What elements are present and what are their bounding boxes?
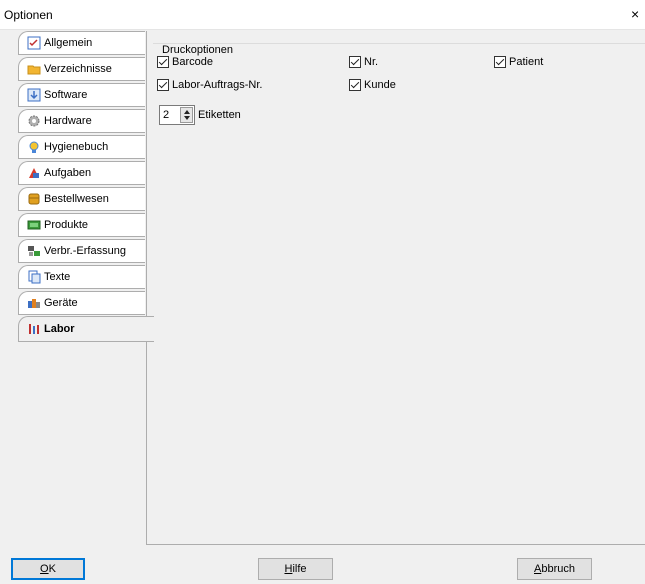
title-bar: Optionen × xyxy=(0,0,645,30)
labor-auftrags-nr-checkbox[interactable]: Labor-Auftrags-Nr. xyxy=(157,79,262,91)
lab-icon xyxy=(27,322,41,336)
checkbox-label: Barcode xyxy=(172,56,213,68)
kunde-checkbox[interactable]: Kunde xyxy=(349,79,396,91)
labels-count-input[interactable]: 2 xyxy=(159,105,195,125)
help-mnemonic: H xyxy=(284,563,293,575)
tab-hardware[interactable]: Hardware xyxy=(18,109,145,133)
barcode-checkbox[interactable]: Barcode xyxy=(157,56,213,68)
labels-count-label: Etiketten xyxy=(198,109,241,121)
tab-hygienebuch[interactable]: Hygienebuch xyxy=(18,135,145,159)
tab-label: Geräte xyxy=(44,297,78,309)
spin-up-icon[interactable] xyxy=(184,110,190,114)
nr-checkbox[interactable]: Nr. xyxy=(349,56,378,68)
tab-verbr-erfassung[interactable]: Verbr.-Erfassung xyxy=(18,239,145,263)
tab-produkte[interactable]: Produkte xyxy=(18,213,145,237)
tab-label: Bestellwesen xyxy=(44,193,109,205)
tab-allgemein[interactable]: Allgemein xyxy=(18,31,145,55)
tab-geraete[interactable]: Geräte xyxy=(18,291,145,315)
ok-button[interactable]: OK xyxy=(11,558,85,580)
tab-label: Produkte xyxy=(44,219,89,231)
tab-aufgaben[interactable]: Aufgaben xyxy=(18,161,145,185)
labels-count-value: 2 xyxy=(163,109,170,121)
document-icon xyxy=(27,270,41,284)
window-title: Optionen xyxy=(4,8,53,22)
checkbox-box[interactable] xyxy=(349,56,361,68)
group-title: Druckoptionen xyxy=(159,44,236,56)
tab-label: Verbr.-Erfassung xyxy=(44,245,126,257)
tab-verzeichnisse[interactable]: Verzeichnisse xyxy=(18,57,145,81)
tab-software[interactable]: Software xyxy=(18,83,145,107)
folder-icon xyxy=(27,62,41,76)
checkbox-box[interactable] xyxy=(349,79,361,91)
tab-label: Allgemein xyxy=(44,37,93,49)
tasks-icon xyxy=(27,166,41,180)
checkbox-box[interactable] xyxy=(157,56,169,68)
help-button[interactable]: Hilfe xyxy=(258,558,333,580)
close-icon[interactable]: × xyxy=(631,6,645,22)
cancel-label-rest: bbruch xyxy=(541,563,575,575)
spin-arrows-icon[interactable] xyxy=(180,107,193,123)
bulb-icon xyxy=(27,140,41,154)
tab-bestellwesen[interactable]: Bestellwesen xyxy=(18,187,145,211)
package-icon xyxy=(27,192,41,206)
labels-count-spinner[interactable]: 2 Etiketten xyxy=(159,105,241,125)
ok-label-rest: K xyxy=(48,563,56,575)
checkbox-label: Patient xyxy=(509,56,544,68)
checkbox-box[interactable] xyxy=(494,56,506,68)
options-panel: Druckoptionen Barcode Nr. Patient Labor-… xyxy=(146,31,645,545)
options-tab-list: Allgemein Verzeichnisse Software Hardwar… xyxy=(8,31,154,541)
tab-label: Verzeichnisse xyxy=(44,63,112,75)
gear-icon xyxy=(27,114,41,128)
help-label-rest: ilfe xyxy=(292,563,307,575)
spin-down-icon[interactable] xyxy=(184,116,190,120)
products-icon xyxy=(27,218,41,232)
ok-mnemonic: O xyxy=(40,563,49,575)
tab-texte[interactable]: Texte xyxy=(18,265,145,289)
tab-label: Labor xyxy=(44,323,75,335)
tab-label: Software xyxy=(44,89,88,101)
cancel-mnemonic: A xyxy=(534,563,542,575)
tab-labor[interactable]: Labor xyxy=(18,316,154,342)
devices-icon xyxy=(27,296,41,310)
checklist-icon xyxy=(27,36,41,50)
checkbox-label: Labor-Auftrags-Nr. xyxy=(172,79,263,91)
scanner-icon xyxy=(27,244,41,258)
tab-label: Aufgaben xyxy=(44,167,92,179)
checkbox-label: Nr. xyxy=(364,56,379,68)
install-icon xyxy=(27,88,41,102)
checkbox-label: Kunde xyxy=(364,79,396,91)
patient-checkbox[interactable]: Patient xyxy=(494,56,543,68)
checkbox-box[interactable] xyxy=(157,79,169,91)
tab-label: Hygienebuch xyxy=(44,141,109,153)
tab-label: Hardware xyxy=(44,115,92,127)
cancel-button[interactable]: Abbruch xyxy=(517,558,592,580)
tab-label: Texte xyxy=(44,271,71,283)
